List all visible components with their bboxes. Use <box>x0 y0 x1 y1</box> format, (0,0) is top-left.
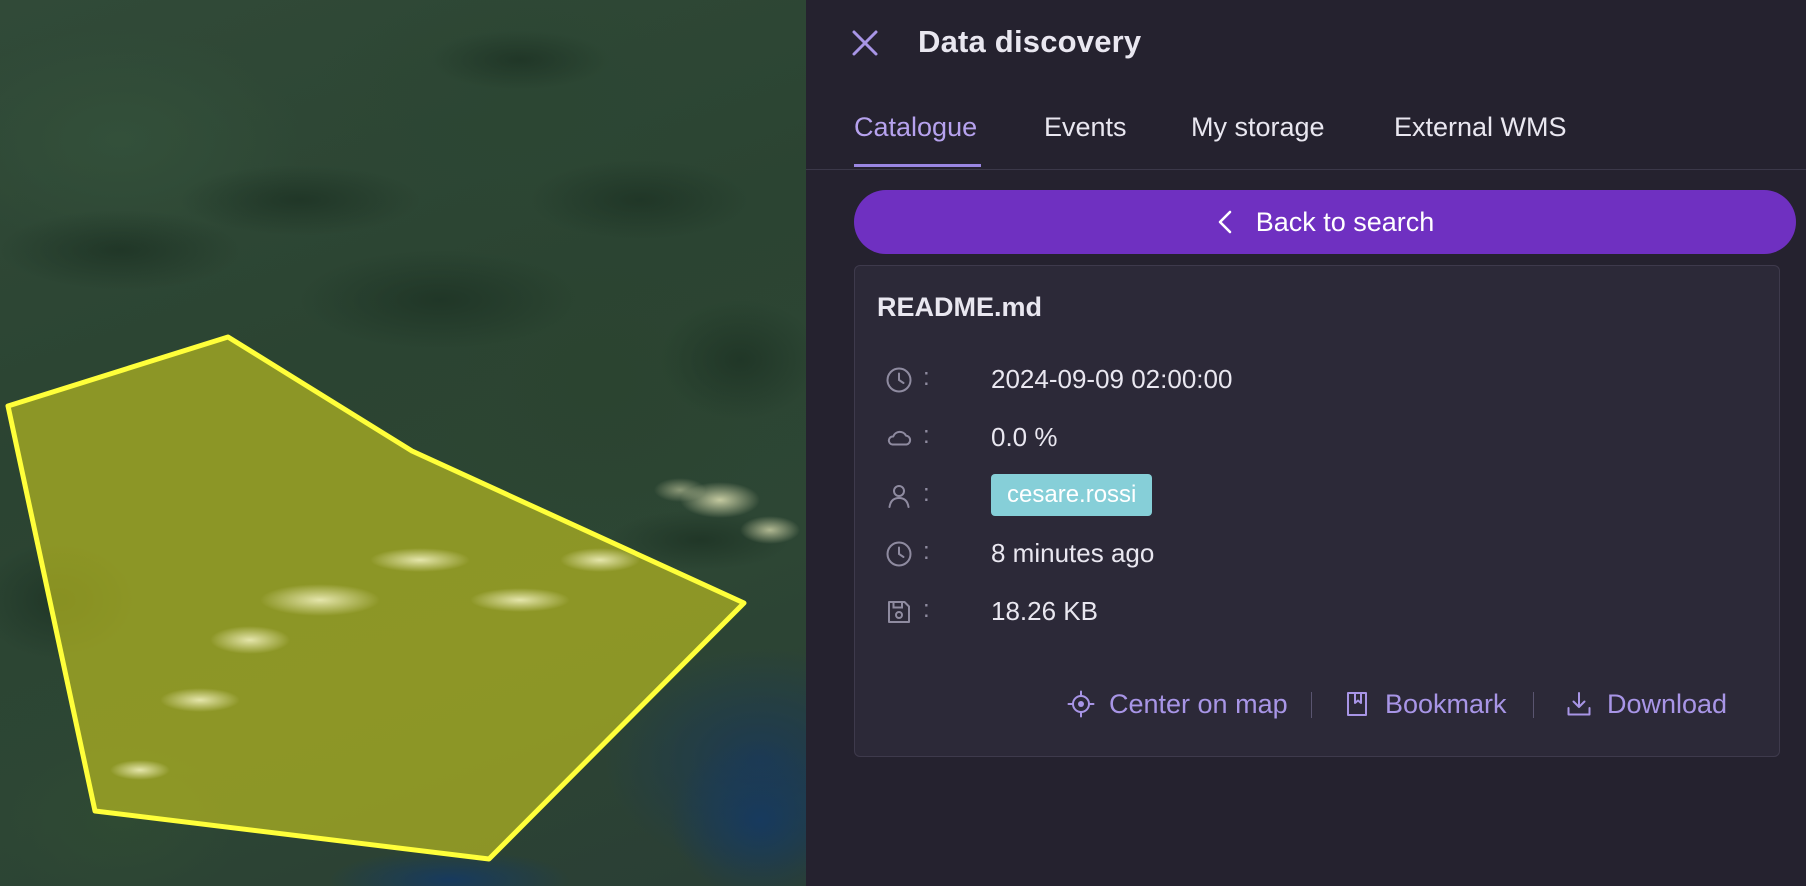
item-card: README.md : 2024-09-09 02:00:00 : 0.0 % <box>854 265 1780 757</box>
download-icon <box>1567 692 1591 716</box>
meta-separator: : <box>923 538 930 565</box>
map-canvas[interactable] <box>0 0 806 886</box>
tab-bar: Catalogue Events My storage External WMS <box>806 98 1806 170</box>
owner-tag[interactable]: cesare.rossi <box>991 474 1153 516</box>
upload-time: 8 minutes ago <box>991 538 1155 568</box>
center-on-map-label: Center on map <box>1109 688 1288 719</box>
bookmark-label: Bookmark <box>1385 688 1507 719</box>
item-actions: Center on map Bookmark Download <box>855 684 1781 724</box>
cloud-icon <box>887 430 912 446</box>
meta-separator: : <box>923 364 930 391</box>
floppy-disk-icon <box>888 601 910 623</box>
back-to-search-button[interactable]: Back to search <box>854 190 1796 254</box>
meta-row-date: : 2024-09-09 02:00:00 <box>885 360 1745 400</box>
download-button[interactable]: Download <box>1565 684 1727 724</box>
crosshair-icon <box>1067 690 1095 718</box>
action-divider <box>1311 692 1312 718</box>
meta-separator: : <box>923 480 930 507</box>
user-icon <box>888 485 910 508</box>
meta-row-size: : 18.26 KB <box>885 592 1745 632</box>
back-to-search-label: Back to search <box>1255 206 1435 237</box>
map-view[interactable] <box>0 0 806 886</box>
meta-separator: : <box>923 422 930 449</box>
acquisition-date: 2024-09-09 02:00:00 <box>991 364 1233 394</box>
tab-catalogue[interactable]: Catalogue <box>854 112 977 143</box>
tab-external-wms[interactable]: External WMS <box>1394 112 1567 143</box>
center-on-map-button[interactable]: Center on map <box>1067 684 1288 724</box>
meta-separator: : <box>923 596 930 623</box>
panel-header: Data discovery <box>806 0 1806 88</box>
active-tab-indicator <box>854 164 981 167</box>
clock-icon <box>886 367 912 393</box>
tab-events[interactable]: Events <box>1044 112 1127 143</box>
tab-my-storage[interactable]: My storage <box>1191 112 1325 143</box>
data-discovery-panel: Data discovery Catalogue Events My stora… <box>806 0 1806 886</box>
meta-row-uploaded: : 8 minutes ago <box>885 534 1745 574</box>
close-icon[interactable] <box>850 28 880 58</box>
bookmark-icon <box>1347 692 1367 716</box>
bookmark-button[interactable]: Bookmark <box>1343 684 1507 724</box>
item-title: README.md <box>877 292 1043 322</box>
panel-title: Data discovery <box>918 24 1142 59</box>
cloud-cover: 0.0 % <box>991 422 1058 452</box>
meta-row-cloud: : 0.0 % <box>885 418 1745 458</box>
meta-row-owner: : cesare.rossi <box>885 474 1745 516</box>
chevron-left-icon <box>1218 210 1232 234</box>
download-label: Download <box>1607 688 1728 719</box>
clock-icon <box>886 541 912 567</box>
action-divider <box>1533 692 1534 718</box>
file-size: 18.26 KB <box>991 596 1098 626</box>
